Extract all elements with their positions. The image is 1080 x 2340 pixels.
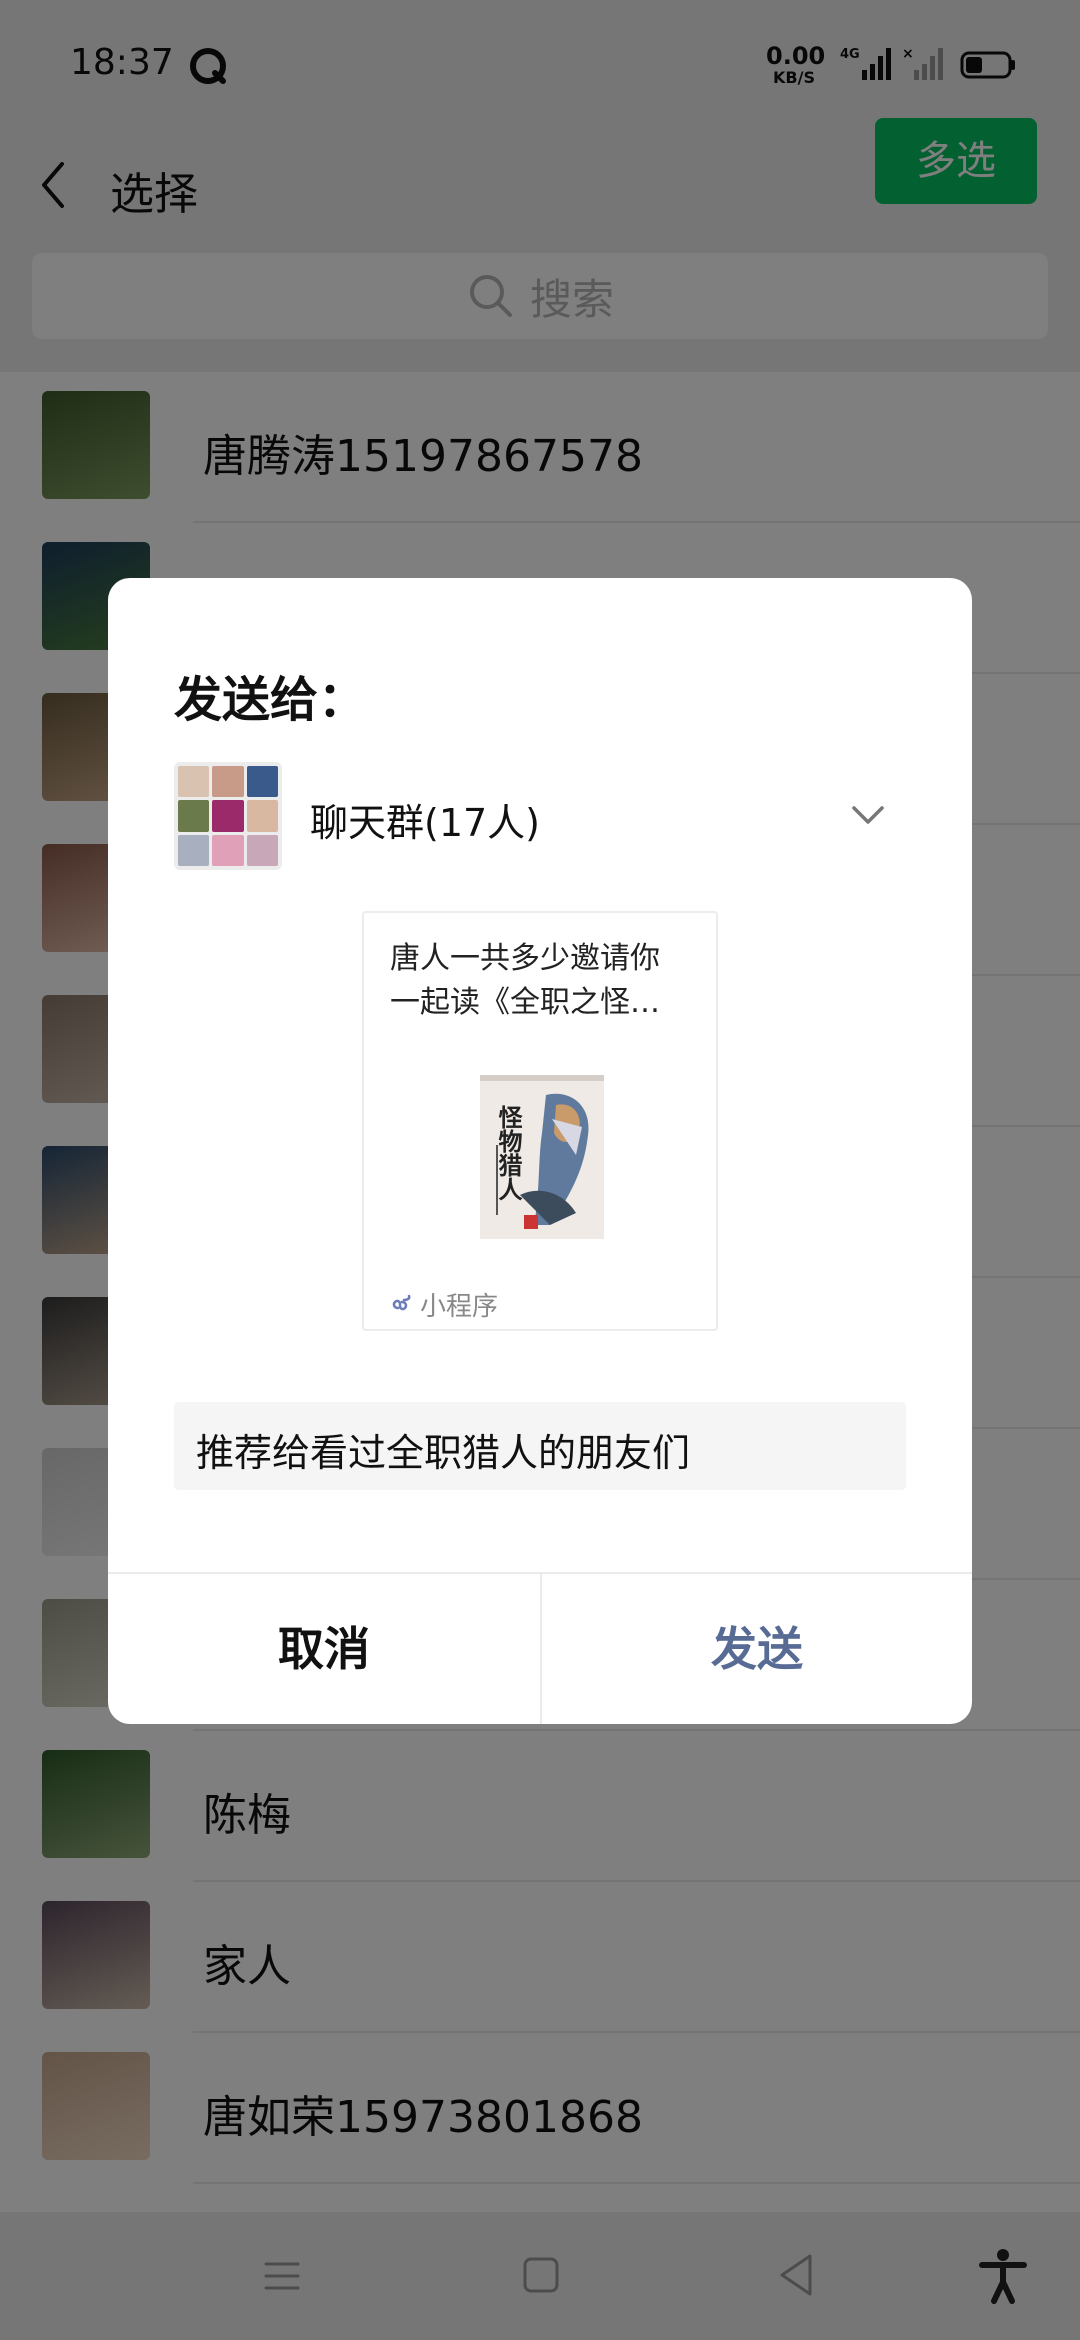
dialog-actions: 取消 发送	[108, 1572, 972, 1724]
dialog-title: 发送给：	[174, 672, 367, 728]
message-input[interactable]: 推荐给看过全职猎人的朋友们	[174, 1402, 906, 1490]
book-cover-image: 怪物猎人	[480, 1075, 604, 1239]
cancel-button[interactable]: 取消	[108, 1574, 540, 1724]
share-card-title-line1: 唐人一共多少邀请你	[390, 941, 660, 976]
recipient-name: 聊天群(17人)	[310, 801, 541, 845]
share-card-title-line2: 一起读《全职之怪…	[390, 985, 660, 1020]
mini-program-icon	[392, 1294, 411, 1311]
book-cover-title: 怪物猎人	[494, 1105, 522, 1201]
mini-program-label: 小程序	[420, 1291, 499, 1322]
message-text: 推荐给看过全职猎人的朋友们	[196, 1431, 691, 1475]
share-card: 唐人一共多少邀请你 一起读《全职之怪… 怪物猎人 小程序	[362, 911, 718, 1331]
send-button[interactable]: 发送	[542, 1574, 972, 1724]
mini-program-footer: 小程序	[390, 1289, 498, 1322]
group-avatar	[174, 762, 282, 870]
send-to-dialog: 发送给： 聊天群(17人) 唐人一共多少邀请你 一起读《全职之怪… 怪物猎人 小…	[108, 578, 972, 1724]
recipient-row[interactable]: 聊天群(17人)	[174, 762, 914, 870]
chevron-down-icon[interactable]	[850, 800, 886, 830]
share-card-title: 唐人一共多少邀请你 一起读《全职之怪…	[390, 937, 690, 1025]
